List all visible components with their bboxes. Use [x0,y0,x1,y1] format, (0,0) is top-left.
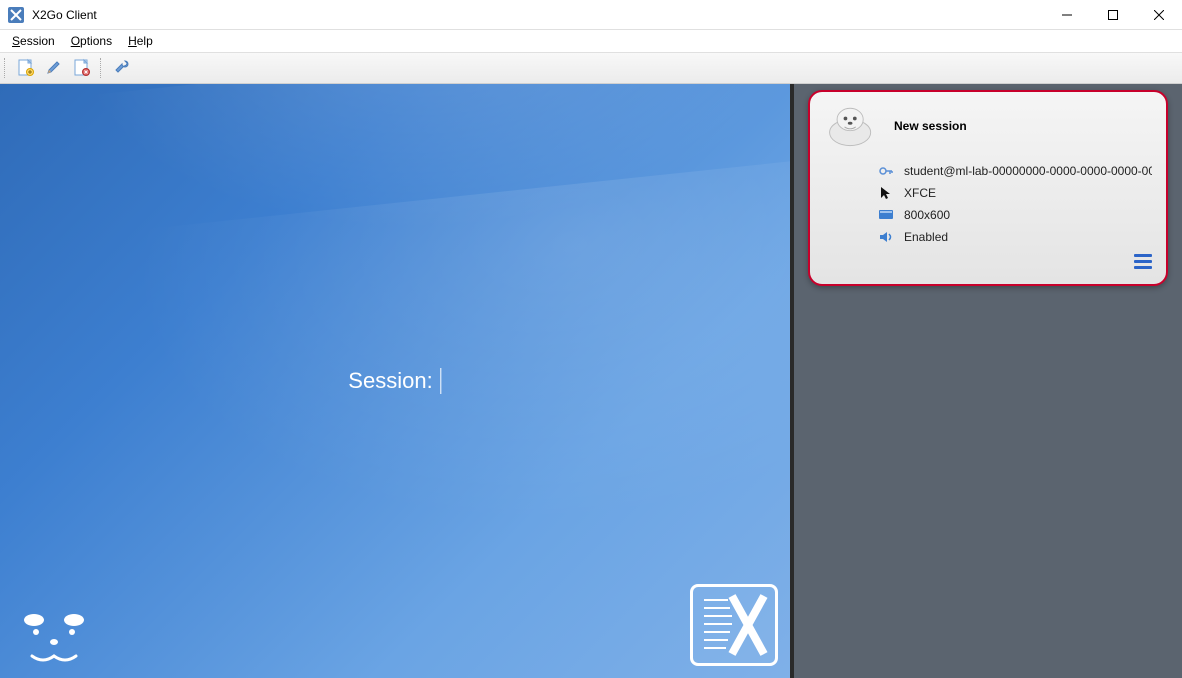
sound-icon [878,229,894,245]
sessions-sidebar: New session student@ml-lab-00000000-0000… [790,84,1182,678]
edit-session-button[interactable] [40,55,68,81]
toolbar [0,52,1182,84]
session-seal-icon [824,102,880,150]
window-titlebar: X2Go Client [0,0,1182,30]
session-connection-row: student@ml-lab-00000000-0000-0000-0000-0… [824,160,1152,182]
new-session-button[interactable] [12,55,40,81]
minimize-button[interactable] [1044,0,1090,29]
key-icon [878,163,894,179]
session-card[interactable]: New session student@ml-lab-00000000-0000… [808,90,1168,286]
close-button[interactable] [1136,0,1182,29]
x2go-logo [690,584,778,666]
app-icon [8,7,24,23]
session-input[interactable] [441,368,442,394]
session-sound: Enabled [904,230,948,244]
menu-help[interactable]: Help [120,32,161,50]
session-label: Session: [348,368,432,394]
menubar: Session Options Help [0,30,1182,52]
document-delete-icon [72,58,92,78]
session-resolution-row: 800x600 [824,204,1152,226]
menu-options[interactable]: Options [63,32,120,50]
delete-session-button[interactable] [68,55,96,81]
settings-button[interactable] [108,55,136,81]
maximize-button[interactable] [1090,0,1136,29]
pencil-icon [44,58,64,78]
wrench-icon [112,58,132,78]
session-card-title: New session [894,119,967,133]
display-icon [878,207,894,223]
window-title: X2Go Client [32,8,1044,22]
document-new-icon [16,58,36,78]
session-sound-row: Enabled [824,226,1152,248]
menu-session[interactable]: Session [4,32,63,50]
mouse-icon [878,185,894,201]
session-pane: Session: [0,84,790,678]
session-desktop: XFCE [904,186,936,200]
session-connection: student@ml-lab-00000000-0000-0000-0000-0… [904,164,1152,178]
session-desktop-row: XFCE [824,182,1152,204]
main-area: Session: [0,84,1182,678]
session-resolution: 800x600 [904,208,950,222]
toolbar-grip [4,58,8,78]
toolbar-separator [100,58,104,78]
seal-decoration-icon [12,608,92,668]
session-menu-button[interactable] [1134,251,1152,272]
